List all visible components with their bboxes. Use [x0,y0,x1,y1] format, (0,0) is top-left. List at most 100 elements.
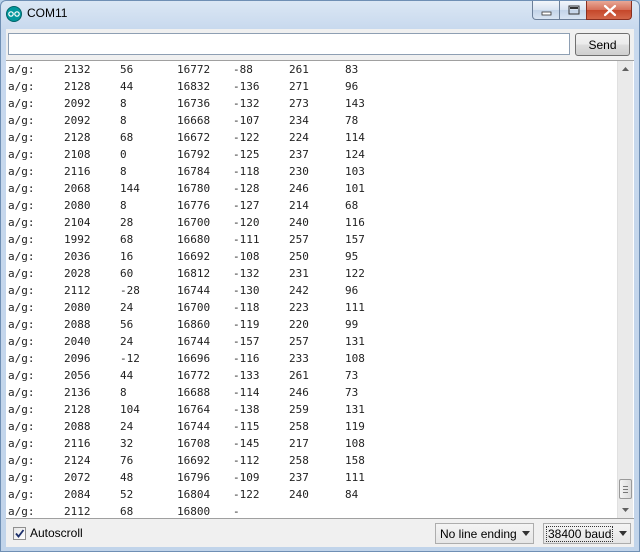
serial-value: 101 [345,182,365,195]
baud-rate-select[interactable]: 38400 baud [543,523,631,544]
serial-value: -145 [233,437,260,450]
serial-value: 246 [289,386,309,399]
serial-line-prefix: a/g: [8,199,35,212]
serial-value: 2056 [64,369,91,382]
serial-value: 261 [289,369,309,382]
serial-value: 95 [345,250,359,263]
serial-monitor-window: COM11 Send a/g: 2132 56 16772 -88 261 83 a/g: 21… [0,0,640,552]
serial-value: -28 [120,284,140,297]
serial-value: -118 [233,301,260,314]
title-bar[interactable]: COM11 [1,1,639,27]
serial-line-prefix: a/g: [8,471,35,484]
serial-value: 2128 [64,131,91,144]
serial-value: 68 [120,505,134,518]
serial-value: 224 [289,131,309,144]
serial-value: 246 [289,182,309,195]
maximize-button[interactable] [559,1,587,20]
serial-line-prefix: a/g: [8,250,35,263]
serial-line: a/g: 2116 32 16708 -145 217 108 [8,435,616,452]
serial-line-prefix: a/g: [8,454,35,467]
close-button[interactable] [586,1,632,20]
serial-value: 24 [120,301,134,314]
scroll-down-button[interactable] [618,502,633,518]
line-ending-value: No line ending [440,527,517,541]
serial-value: 0 [120,148,127,161]
serial-value: 16800 [177,505,211,518]
serial-line: a/g: 2080 24 16700 -118 223 111 [8,299,616,316]
serial-value: 8 [120,114,127,127]
send-button[interactable]: Send [575,33,630,56]
serial-line: a/g: 2072 48 16796 -109 237 111 [8,469,616,486]
chevron-down-icon [619,531,627,536]
serial-value: 16780 [177,182,211,195]
serial-line: a/g: 2132 56 16772 -88 261 83 [8,61,616,78]
serial-line: a/g: 2104 28 16700 -120 240 116 [8,214,616,231]
serial-line-prefix: a/g: [8,386,35,399]
serial-value: 111 [345,301,365,314]
serial-value: 8 [120,199,127,212]
serial-value: -109 [233,471,260,484]
serial-line-prefix: a/g: [8,63,35,76]
serial-lines: a/g: 2132 56 16772 -88 261 83 a/g: 2128 44 16832 -1… [8,61,616,518]
serial-line-prefix: a/g: [8,369,35,382]
autoscroll-checkbox[interactable] [13,527,26,540]
serial-value: 16692 [177,250,211,263]
serial-value: 2072 [64,471,91,484]
serial-value: -130 [233,284,260,297]
scroll-thumb[interactable] [619,479,632,499]
serial-line: a/g: 2136 8 16688 -114 246 73 [8,384,616,401]
serial-value: 16680 [177,233,211,246]
minimize-button[interactable] [532,1,560,20]
serial-value: 144 [120,182,140,195]
serial-value: 131 [345,403,365,416]
serial-line: a/g: 2056 44 16772 -133 261 73 [8,367,616,384]
serial-value: -107 [233,114,260,127]
serial-value: 16772 [177,369,211,382]
send-input[interactable] [8,33,570,55]
serial-line: a/g: 2128 44 16832 -136 271 96 [8,78,616,95]
serial-line-prefix: a/g: [8,131,35,144]
serial-value: 2128 [64,403,91,416]
serial-line-prefix: a/g: [8,352,35,365]
serial-value: 83 [345,63,359,76]
serial-line: a/g: 2088 24 16744 -115 258 119 [8,418,616,435]
serial-value: 44 [120,369,134,382]
serial-value: 16744 [177,420,211,433]
serial-value: 261 [289,63,309,76]
serial-value: -111 [233,233,260,246]
line-ending-select[interactable]: No line ending [435,523,534,544]
serial-value: 96 [345,284,359,297]
serial-value: 60 [120,267,134,280]
serial-value: 2112 [64,284,91,297]
autoscroll-label[interactable]: Autoscroll [30,526,83,540]
serial-value: -115 [233,420,260,433]
serial-line: a/g: 2116 8 16784 -118 230 103 [8,163,616,180]
serial-output[interactable]: a/g: 2132 56 16772 -88 261 83 a/g: 2128 44 16832 -1… [6,60,634,519]
serial-value: -138 [233,403,260,416]
serial-value: 78 [345,114,359,127]
serial-value: 108 [345,352,365,365]
serial-line-prefix: a/g: [8,97,35,110]
serial-line: a/g: 1992 68 16680 -111 257 157 [8,231,616,248]
serial-line-prefix: a/g: [8,318,35,331]
serial-value: 16744 [177,335,211,348]
serial-value: 2116 [64,165,91,178]
serial-value: 16772 [177,63,211,76]
serial-value: 16692 [177,454,211,467]
vertical-scrollbar[interactable] [617,61,633,518]
scroll-up-button[interactable] [618,61,633,77]
serial-value: 271 [289,80,309,93]
serial-value: 220 [289,318,309,331]
serial-value: 103 [345,165,365,178]
serial-value: 2080 [64,301,91,314]
serial-value: 108 [345,437,365,450]
serial-value: 1992 [64,233,91,246]
serial-line-prefix: a/g: [8,267,35,280]
serial-value: -128 [233,182,260,195]
serial-line: a/g: 2112 -28 16744 -130 242 96 [8,282,616,299]
serial-value: 124 [345,148,365,161]
serial-value: 16860 [177,318,211,331]
minimize-icon [541,11,552,16]
serial-value: 143 [345,97,365,110]
serial-value: 257 [289,233,309,246]
